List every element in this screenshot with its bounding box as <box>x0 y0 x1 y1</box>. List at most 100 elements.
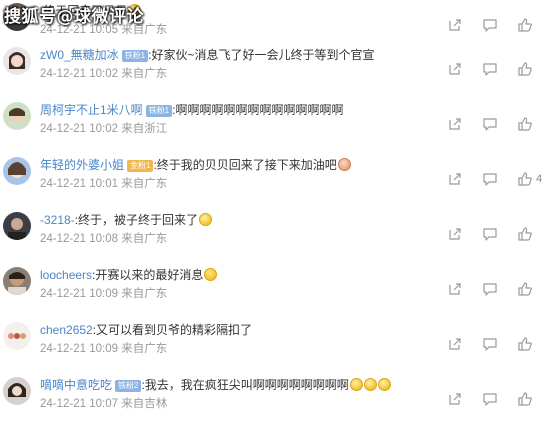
comment-row: 年轻的外婆小姐 金粉1:终于我的贝贝回来了接下来加油吧 24-12-21 10:01… <box>0 154 543 209</box>
fan-badge: 铁粉1 <box>121 50 149 62</box>
username-link[interactable]: 嘀嘀中意吃吃 <box>40 378 112 392</box>
username-link[interactable]: -3218- <box>40 213 75 227</box>
cry-emoji-icon <box>349 378 363 391</box>
username-link[interactable]: zW0_無糖加冰 <box>40 48 119 62</box>
cry-emoji-icon <box>377 378 391 391</box>
comment-icon[interactable] <box>482 336 498 352</box>
cry-emoji-icon <box>199 213 213 226</box>
comment-row: -3218-:终于，被子终于回来了 24-12-21 10:08 来自广东 <box>0 209 543 264</box>
comment-text: :啊啊啊啊啊啊啊啊啊啊啊啊啊啊 <box>172 103 344 117</box>
share-icon[interactable] <box>447 391 463 407</box>
comment-actions <box>443 281 543 301</box>
comment-date: 24-12-21 10:08 <box>40 233 119 245</box>
share-icon[interactable] <box>447 281 463 297</box>
username-link[interactable]: 年轻的外婆小姐 <box>40 158 124 172</box>
comment-location: 来自广东 <box>121 68 168 80</box>
comment-line: zW0_無糖加冰 铁粉1:好家伙~消息飞了好一会儿终于等到个官宣 <box>40 47 374 63</box>
comment-line: 年轻的外婆小姐 金粉1:终于我的贝贝回来了接下来加油吧 <box>40 157 351 173</box>
comment-location: 来自广东 <box>121 178 168 190</box>
avatar[interactable] <box>3 322 31 350</box>
comment-text: :好家伙~消息飞了好一会儿终于等到个官宣 <box>148 48 375 62</box>
comment-icon[interactable] <box>482 281 498 297</box>
comment-meta: 24-12-21 10:02 来自浙江 <box>40 122 167 136</box>
comment-text: :又可以看到贝爷的精彩隔扣了 <box>92 323 253 337</box>
comment-meta: 24-12-21 10:07 来自吉林 <box>40 397 167 411</box>
emoji-emoji-icon <box>204 268 218 281</box>
comment-date: 24-12-21 10:02 <box>40 68 119 80</box>
comment-text: :开赛以来的最好消息 <box>92 268 204 282</box>
comment-date: 24-12-21 10:09 <box>40 343 119 355</box>
comment-row: 周柯宇不止1米八啊 铁粉1:啊啊啊啊啊啊啊啊啊啊啊啊啊啊 24-12-21 10:0… <box>0 99 543 154</box>
thumbs-up-icon[interactable] <box>517 391 533 407</box>
comment-row: 嘀嘀中意吃吃 铁粉2:我去，我在疯狂尖叫啊啊啊啊啊啊啊啊 24-12-21 10:0… <box>0 374 543 429</box>
comment-text: :我去，我在疯狂尖叫啊啊啊啊啊啊啊啊 <box>141 378 349 392</box>
share-icon[interactable] <box>447 61 463 77</box>
comment-line: 嘀嘀中意吃吃 铁粉2:我去，我在疯狂尖叫啊啊啊啊啊啊啊啊 <box>40 377 391 393</box>
comment-location: 来自浙江 <box>121 123 168 135</box>
comment-date: 24-12-21 10:07 <box>40 398 119 410</box>
fan-badge: 铁粉2 <box>115 380 142 392</box>
comment-date: 24-12-21 10:09 <box>40 288 119 300</box>
doll-emoji-icon <box>337 158 351 171</box>
share-icon[interactable] <box>447 226 463 242</box>
comment-text: :终于，被子终于回来了 <box>74 213 199 227</box>
comment-icon[interactable] <box>482 116 498 132</box>
comment-meta: 24-12-21 10:09 来自广东 <box>40 287 167 301</box>
comment-actions: 4 <box>443 171 543 191</box>
username-link[interactable]: loocheers <box>40 268 92 282</box>
thumbs-up-icon[interactable] <box>517 61 533 77</box>
fan-badge: 金粉1 <box>127 160 154 172</box>
share-icon[interactable] <box>447 336 463 352</box>
comment-location: 来自吉林 <box>121 398 168 410</box>
comment-actions <box>443 61 543 81</box>
thumbs-up-icon[interactable] <box>517 116 533 132</box>
comment-line: loocheers:开赛以来的最好消息 <box>40 267 218 283</box>
comment-actions <box>443 116 543 136</box>
comment-date: 24-12-21 10:02 <box>40 123 119 135</box>
username-link[interactable]: chen2652 <box>40 323 93 337</box>
share-icon[interactable] <box>447 17 463 33</box>
comment-actions <box>443 226 543 246</box>
comment-meta: 24-12-21 10:02 来自广东 <box>40 67 167 81</box>
comment-row: zW0_無糖加冰 铁粉1:好家伙~消息飞了好一会儿终于等到个官宣 24-12-21 … <box>0 44 543 99</box>
comment-line: 周柯宇不止1米八啊 铁粉1:啊啊啊啊啊啊啊啊啊啊啊啊啊啊 <box>40 102 343 118</box>
comment-text: :终于我的贝贝回来了接下来加油吧 <box>153 158 337 172</box>
comment-location: 来自广东 <box>121 343 168 355</box>
comment-actions <box>443 336 543 356</box>
comment-icon[interactable] <box>482 226 498 242</box>
avatar[interactable] <box>3 212 31 240</box>
comment-icon[interactable] <box>482 61 498 77</box>
thumbs-up-icon[interactable] <box>517 336 533 352</box>
comment-row: loocheers:开赛以来的最好消息 24-12-21 10:09 来自广东 <box>0 264 543 319</box>
avatar[interactable] <box>3 47 31 75</box>
comment-location: 来自广东 <box>121 288 168 300</box>
thumbs-up-icon[interactable] <box>517 17 533 33</box>
comment-meta: 24-12-21 10:01 来自广东 <box>40 177 167 191</box>
comment-actions <box>443 391 543 411</box>
comment-list: :终于回来了贝贝 24-12-21 10:05 来自广东 zW0_無糖加冰 铁粉1:好… <box>0 0 543 429</box>
like-count: 4 <box>536 173 543 185</box>
comment-icon[interactable] <box>482 391 498 407</box>
comment-location: 来自广东 <box>121 233 168 245</box>
comment-date: 24-12-21 10:01 <box>40 178 119 190</box>
thumbs-up-icon[interactable] <box>517 281 533 297</box>
avatar[interactable] <box>3 377 31 405</box>
comment-row: chen2652:又可以看到贝爷的精彩隔扣了 24-12-21 10:09 来自广… <box>0 319 543 374</box>
comment-line: -3218-:终于，被子终于回来了 <box>40 212 213 228</box>
username-link[interactable]: 周柯宇不止1米八啊 <box>40 103 143 117</box>
share-icon[interactable] <box>447 171 463 187</box>
fan-badge: 铁粉1 <box>145 105 173 117</box>
thumbs-up-icon[interactable] <box>517 226 533 242</box>
avatar[interactable] <box>3 102 31 130</box>
share-icon[interactable] <box>447 116 463 132</box>
avatar[interactable] <box>3 267 31 295</box>
thumbs-up-icon[interactable] <box>517 171 533 187</box>
cry-emoji-icon <box>363 378 377 391</box>
watermark: 搜狐号@球微评论 <box>4 7 144 27</box>
comment-actions <box>443 17 543 37</box>
comment-icon[interactable] <box>482 171 498 187</box>
avatar[interactable] <box>3 157 31 185</box>
comment-meta: 24-12-21 10:09 来自广东 <box>40 342 167 356</box>
comment-line: chen2652:又可以看到贝爷的精彩隔扣了 <box>40 322 252 338</box>
comment-icon[interactable] <box>482 17 498 33</box>
